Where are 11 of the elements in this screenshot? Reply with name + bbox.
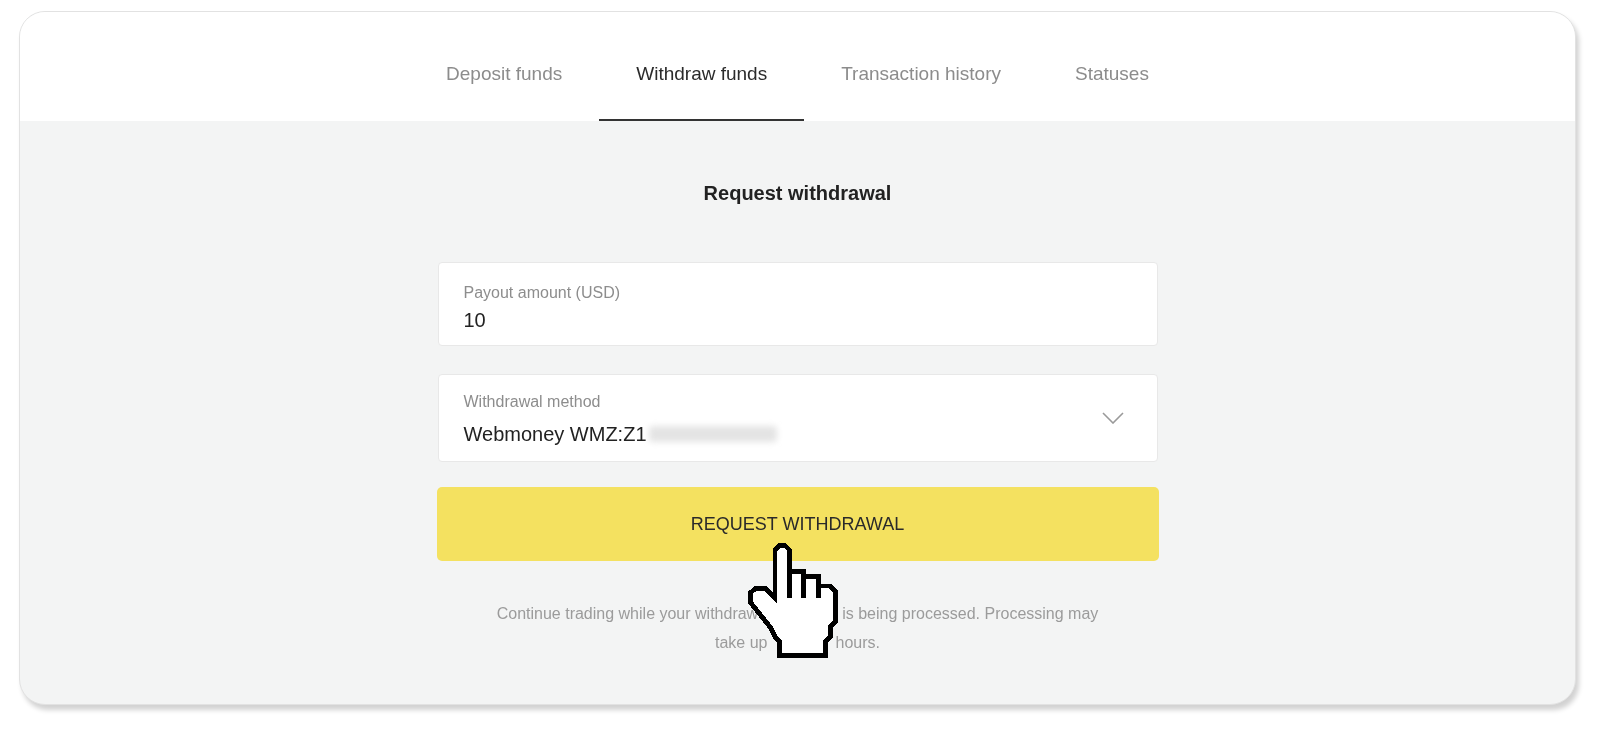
withdrawal-method-select[interactable]: Withdrawal method Webmoney WMZ:Z1 <box>437 374 1158 462</box>
form-title: Request withdrawal <box>703 181 892 206</box>
chevron-down-icon <box>1101 412 1124 424</box>
field-value: 10 <box>463 308 486 332</box>
request-withdrawal-button[interactable]: REQUEST WITHDRAWAL <box>436 487 1159 561</box>
field-label: Withdrawal method <box>463 392 602 412</box>
field-label: Payout amount (USD) <box>463 283 621 303</box>
field-value: Webmoney WMZ:Z1 <box>463 422 647 446</box>
tab[interactable]: Withdraw funds <box>599 12 805 121</box>
processing-note: Continue trading while your withdraw is being processed. Processing may take up hours. <box>495 604 1100 653</box>
payout-amount-field[interactable]: Payout amount (USD) 10 <box>437 262 1158 346</box>
